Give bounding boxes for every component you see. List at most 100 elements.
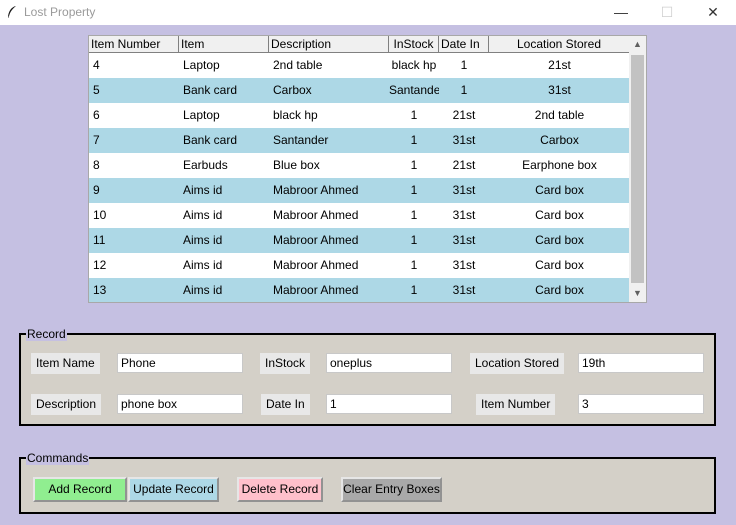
table-row[interactable]: 10 Aims id Mabroor Ahmed 1 31st Card box [89,203,630,228]
cell-location-stored: Card box [535,183,584,197]
cell-date-in: 21st [452,158,476,172]
cell-item-number: 6 [93,108,100,122]
cell-instock: 1 [410,158,418,172]
scrollbar-thumb[interactable] [631,55,644,283]
feather-icon [7,6,16,19]
cell-instock: 1 [410,208,418,222]
cell-item-number: 4 [93,58,100,72]
column-header-location-stored[interactable]: Location Stored [489,36,630,53]
cell-item: Laptop [183,58,220,72]
date-in-label: Date In [261,394,310,415]
column-header-instock[interactable]: InStock [389,36,439,53]
cell-instock: black hp [391,58,437,72]
table-row[interactable]: 7 Bank card Santander 1 31st Carbox [89,128,630,153]
item-name-label: Item Name [31,353,100,374]
column-header-item[interactable]: Item [179,36,269,53]
item-name-field[interactable] [117,353,243,373]
column-header-description[interactable]: Description [269,36,389,53]
cell-item: Aims id [183,208,223,222]
location-stored-field[interactable] [578,353,704,373]
cell-item-number: 9 [93,183,100,197]
scroll-down-arrow-icon[interactable]: ▼ [629,285,646,302]
title-bar: Lost Property — ☐ ✕ [0,0,736,25]
cell-instock: 1 [410,183,418,197]
record-frame-legend: Record [26,327,67,341]
cell-item-number: 12 [93,258,107,272]
table-header: Item Number Item Description InStock Dat… [89,36,630,53]
table-row[interactable]: 11 Aims id Mabroor Ahmed 1 31st Card box [89,228,630,253]
cell-item: Bank card [183,83,238,97]
window-title: Lost Property [24,5,96,19]
cell-item-number: 7 [93,133,100,147]
cell-description: Mabroor Ahmed [273,258,359,272]
update-record-button[interactable]: Update Record [128,477,219,502]
cell-instock: 1 [410,258,418,272]
vertical-scrollbar[interactable]: ▲ ▼ [629,36,646,302]
cell-item: Earbuds [183,158,228,172]
table-row[interactable]: 8 Earbuds Blue box 1 21st Earphone box [89,153,630,178]
cell-date-in: 31st [452,283,476,297]
cell-description: 2nd table [273,58,323,72]
records-table[interactable]: Item Number Item Description InStock Dat… [88,35,647,303]
cell-instock: 1 [410,108,418,122]
cell-item: Aims id [183,258,223,272]
cell-location-stored: Card box [535,258,584,272]
cell-item-number: 8 [93,158,100,172]
cell-date-in: 31st [452,233,476,247]
column-header-item-number[interactable]: Item Number [89,36,179,53]
cell-date-in: 31st [452,258,476,272]
cell-instock: 1 [410,283,418,297]
cell-description: Mabroor Ahmed [273,183,359,197]
table-row[interactable]: 4 Laptop 2nd table black hp 1 21st [89,53,630,78]
table-body: 4 Laptop 2nd table black hp 1 21st 5 Ban… [89,53,630,302]
table-row[interactable]: 6 Laptop black hp 1 21st 2nd table [89,103,630,128]
maximize-button[interactable]: ☐ [644,0,690,25]
cell-item: Bank card [183,133,238,147]
cell-location-stored: 31st [548,83,571,97]
table-row[interactable]: 5 Bank card Carbox Santander 1 31st [89,78,630,103]
cell-location-stored: Card box [535,283,584,297]
cell-date-in: 1 [460,83,468,97]
close-button[interactable]: ✕ [690,0,736,25]
cell-item-number: 5 [93,83,100,97]
add-record-button[interactable]: Add Record [33,477,127,502]
cell-date-in: 31st [452,183,476,197]
cell-instock: Santander [389,83,439,97]
cell-description: black hp [273,108,318,122]
table-row[interactable]: 13 Aims id Mabroor Ahmed 1 31st Card box [89,278,630,302]
cell-item: Aims id [183,233,223,247]
scroll-up-arrow-icon[interactable]: ▲ [629,36,646,53]
cell-instock: 1 [410,233,418,247]
date-in-field[interactable] [326,394,452,414]
cell-item-number: 13 [93,283,107,297]
cell-description: Santander [273,133,329,147]
column-header-date-in[interactable]: Date In [439,36,489,53]
cell-description: Mabroor Ahmed [273,233,359,247]
clear-entry-boxes-button[interactable]: Clear Entry Boxes [341,477,442,502]
instock-label: InStock [260,353,311,374]
cell-location-stored: Earphone box [522,158,597,172]
description-label: Description [31,394,102,415]
delete-record-button[interactable]: Delete Record [237,477,323,502]
instock-field[interactable] [326,353,452,373]
cell-description: Mabroor Ahmed [273,283,359,297]
cell-description: Carbox [273,83,312,97]
cell-location-stored: Card box [535,208,584,222]
cell-description: Mabroor Ahmed [273,208,359,222]
item-number-field[interactable] [578,394,704,414]
cell-date-in: 31st [452,133,476,147]
cell-location-stored: 21st [548,58,571,72]
table-row[interactable]: 9 Aims id Mabroor Ahmed 1 31st Card box [89,178,630,203]
commands-frame: Commands Add Record Update Record Delete… [19,451,716,514]
cell-instock: 1 [410,133,418,147]
record-frame: Record Item Name InStock Location Stored… [19,327,716,426]
table-row[interactable]: 12 Aims id Mabroor Ahmed 1 31st Card box [89,253,630,278]
commands-frame-legend: Commands [26,451,90,465]
cell-item-number: 11 [93,233,106,247]
cell-item-number: 10 [93,208,107,222]
description-field[interactable] [117,394,243,414]
cell-date-in: 21st [452,108,476,122]
location-stored-label: Location Stored [470,353,565,374]
cell-item: Aims id [183,183,223,197]
minimize-button[interactable]: — [598,0,644,25]
